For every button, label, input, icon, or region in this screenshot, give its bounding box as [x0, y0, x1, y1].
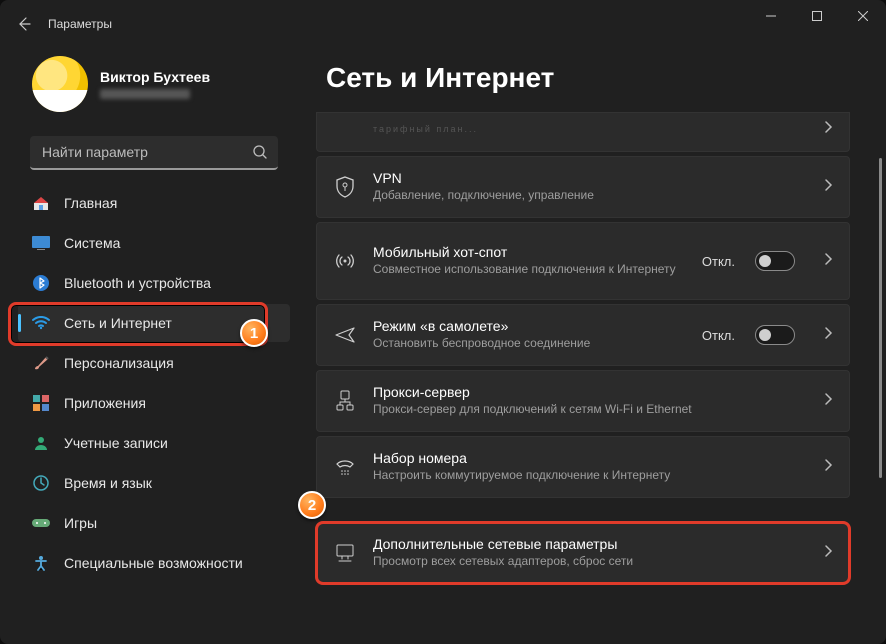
search-box[interactable] — [30, 136, 278, 170]
sidebar-item-label: Система — [64, 235, 120, 251]
hotspot-toggle[interactable] — [755, 251, 795, 271]
hotspot-icon — [333, 251, 357, 271]
person-icon — [32, 434, 50, 452]
card-sub: Добавление, подключение, управление — [373, 188, 807, 204]
card-advanced-network[interactable]: Дополнительные сетевые параметры Просмот… — [316, 522, 850, 584]
card-proxy[interactable]: Прокси-сервер Прокси-сервер для подключе… — [316, 370, 850, 432]
search-input[interactable] — [30, 136, 278, 170]
wifi-icon — [32, 314, 50, 332]
toggle-state: Откл. — [702, 254, 735, 269]
shield-icon — [333, 176, 357, 198]
sidebar-item-label: Приложения — [64, 395, 146, 411]
search-icon — [252, 144, 268, 165]
sidebar-item-gaming[interactable]: Игры — [18, 504, 290, 542]
chevron-right-icon — [823, 178, 833, 197]
sidebar-item-label: Учетные записи — [64, 435, 168, 451]
proxy-icon — [333, 390, 357, 412]
network-adapter-icon — [333, 543, 357, 563]
sidebar-item-accounts[interactable]: Учетные записи — [18, 424, 290, 462]
card-sub: тарифный план... — [373, 124, 807, 136]
settings-cards: тарифный план... VPN Добавление, подключ… — [316, 112, 862, 584]
card-title: VPN — [373, 170, 807, 186]
card-sub: Настроить коммутируемое подключение к Ин… — [373, 468, 807, 484]
sidebar-item-label: Главная — [64, 195, 117, 211]
sidebar-item-label: Персонализация — [64, 355, 174, 371]
card-sub: Прокси-сервер для подключений к сетям Wi… — [373, 402, 807, 418]
scrollbar-thumb[interactable] — [879, 158, 882, 478]
sidebar-item-home[interactable]: Главная — [18, 184, 290, 222]
card-title: Режим «в самолете» — [373, 318, 686, 334]
brush-icon — [32, 354, 50, 372]
scrollbar[interactable] — [878, 118, 882, 628]
phone-icon — [333, 458, 357, 476]
maximize-button[interactable] — [794, 0, 840, 32]
chevron-right-icon — [823, 120, 833, 139]
chevron-right-icon — [823, 392, 833, 411]
settings-window: Параметры Виктор Бухтеев — [0, 0, 886, 644]
airplane-toggle[interactable] — [755, 325, 795, 345]
maximize-icon — [812, 11, 822, 21]
chevron-right-icon — [823, 458, 833, 477]
sidebar: Виктор Бухтеев Главная Система — [0, 48, 308, 644]
back-button[interactable] — [4, 4, 44, 44]
home-icon — [32, 194, 50, 212]
window-controls — [748, 0, 886, 32]
toggle-state: Откл. — [702, 328, 735, 343]
sidebar-item-accessibility[interactable]: Специальные возможности — [18, 544, 290, 582]
sidebar-item-label: Игры — [64, 515, 97, 531]
apps-icon — [32, 394, 50, 412]
sidebar-item-label: Время и язык — [64, 475, 152, 491]
card-title: Прокси-сервер — [373, 384, 807, 400]
card-sub: Остановить беспроводное соединение — [373, 336, 686, 352]
minimize-button[interactable] — [748, 0, 794, 32]
airplane-icon — [333, 325, 357, 345]
nav-list: Главная Система Bluetooth и устройства С… — [12, 184, 296, 582]
sidebar-item-system[interactable]: Система — [18, 224, 290, 262]
card-airplane[interactable]: Режим «в самолете» Остановить беспроводн… — [316, 304, 850, 366]
avatar — [32, 56, 88, 112]
main-content: Сеть и Интернет тарифный план... VPN Доб… — [308, 48, 886, 644]
gamepad-icon — [32, 514, 50, 532]
sidebar-item-label: Bluetooth и устройства — [64, 275, 211, 291]
card-sub: Просмотр всех сетевых адаптеров, сброс с… — [373, 554, 807, 570]
clock-globe-icon — [32, 474, 50, 492]
card-title: Набор номера — [373, 450, 807, 466]
bluetooth-icon — [32, 274, 50, 292]
system-icon — [32, 234, 50, 252]
card-hotspot[interactable]: Мобильный хот-спот Совместное использова… — [316, 222, 850, 300]
card-cutoff[interactable]: тарифный план... — [316, 112, 850, 152]
chevron-right-icon — [823, 326, 833, 345]
accessibility-icon — [32, 554, 50, 572]
sidebar-item-time-language[interactable]: Время и язык — [18, 464, 290, 502]
sidebar-item-apps[interactable]: Приложения — [18, 384, 290, 422]
annotation-badge-2: 2 — [298, 491, 326, 519]
arrow-left-icon — [16, 16, 32, 32]
profile-email-redacted — [100, 89, 190, 99]
card-title: Дополнительные сетевые параметры — [373, 536, 807, 552]
card-title: Мобильный хот-спот — [373, 244, 686, 260]
sidebar-item-label: Специальные возможности — [64, 555, 243, 571]
card-sub: Совместное использование подключения к И… — [373, 262, 686, 278]
sidebar-item-personalization[interactable]: Персонализация — [18, 344, 290, 382]
profile-block[interactable]: Виктор Бухтеев — [12, 48, 296, 132]
card-vpn[interactable]: VPN Добавление, подключение, управление — [316, 156, 850, 218]
sidebar-item-label: Сеть и Интернет — [64, 315, 172, 331]
close-icon — [858, 11, 868, 21]
window-title: Параметры — [48, 17, 112, 31]
chevron-right-icon — [823, 252, 833, 271]
sidebar-item-bluetooth[interactable]: Bluetooth и устройства — [18, 264, 290, 302]
titlebar: Параметры — [0, 0, 886, 48]
card-dialup[interactable]: Набор номера Настроить коммутируемое под… — [316, 436, 850, 498]
minimize-icon — [766, 11, 776, 21]
close-button[interactable] — [840, 0, 886, 32]
chevron-right-icon — [823, 544, 833, 563]
page-title: Сеть и Интернет — [326, 62, 862, 94]
profile-name: Виктор Бухтеев — [100, 69, 210, 85]
annotation-badge-1: 1 — [240, 319, 268, 347]
